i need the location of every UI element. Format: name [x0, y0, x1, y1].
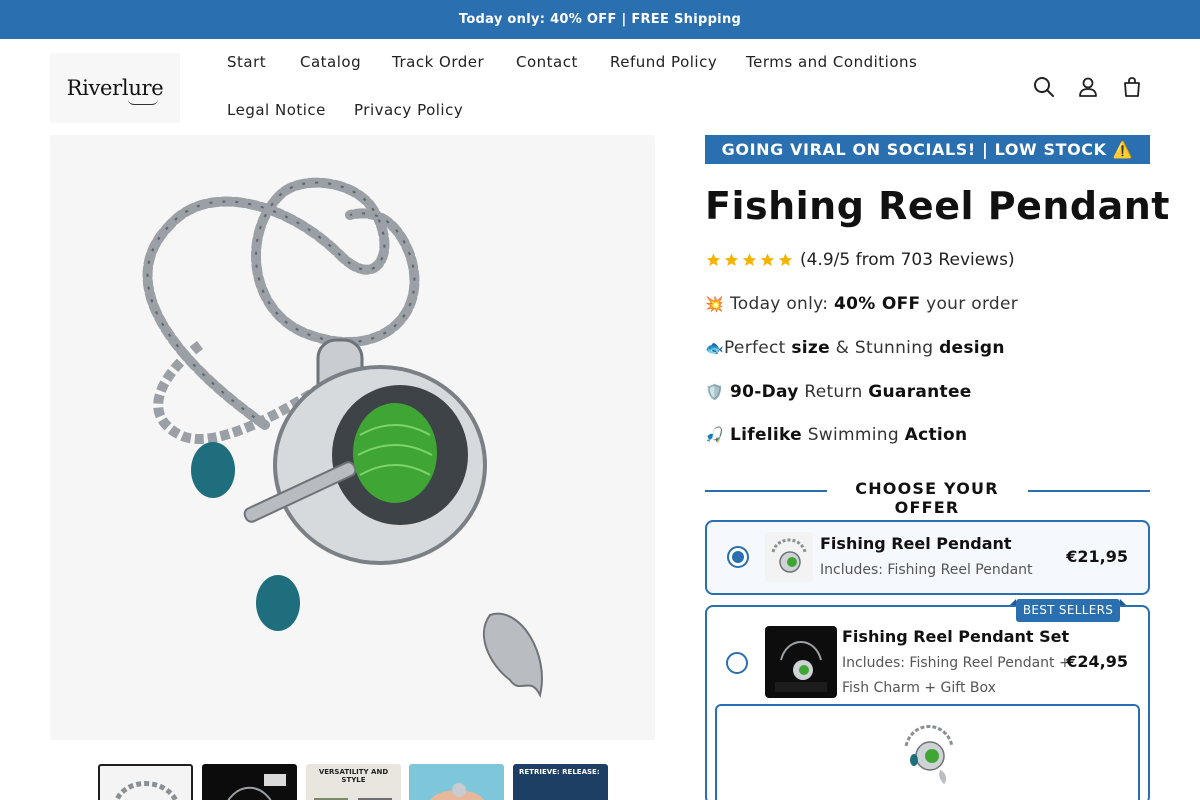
bullet-strong: 40% OFF — [834, 294, 921, 314]
offer-divider-left — [705, 490, 827, 492]
bullet-text: & Stunning — [829, 338, 940, 358]
site-header: Riverlure Start Catalog Track Order Cont… — [0, 39, 1200, 135]
offer-heading: CHOOSE YOUR OFFER — [855, 479, 999, 517]
offer-divider-right — [1028, 490, 1150, 492]
star-rating — [705, 252, 794, 268]
nav-item-privacy-policy[interactable]: Privacy Policy — [354, 101, 463, 119]
best-sellers-badge: BEST SELLERS — [1010, 599, 1126, 622]
offer-radio-single[interactable] — [727, 546, 749, 568]
bullet-strong: Guarantee — [868, 382, 972, 402]
product-title: Fishing Reel Pendant — [705, 184, 1170, 228]
bullet-strong: Lifelike — [729, 425, 803, 445]
offer-option-single[interactable]: Fishing Reel Pendant Includes: Fishing R… — [705, 520, 1150, 595]
bullet-discount: 💥 Today only: 40% OFF your order — [705, 294, 1018, 314]
bullet-text: Today only: — [729, 294, 835, 314]
offer-price-set: €24,95 — [1066, 652, 1128, 671]
thumb-retrieve-release[interactable]: RETRIEVE: RELEASE: — [513, 764, 608, 800]
cart-icon[interactable] — [1120, 75, 1144, 99]
offer-price-single: €21,95 — [1066, 547, 1128, 566]
thumb-versatility[interactable]: VERSATILITY AND STYLE — [306, 764, 401, 800]
star-icon — [742, 253, 757, 266]
thumb-hand[interactable] — [409, 764, 504, 800]
nav-item-start[interactable]: Start — [227, 53, 266, 71]
bullet-strong: Action — [904, 425, 968, 445]
offer-set-item-card[interactable] — [715, 704, 1140, 800]
bullet-strong: size — [791, 338, 830, 358]
thumb-versatility-label: VERSATILITY AND STYLE — [318, 768, 389, 784]
star-icon — [760, 253, 775, 266]
account-icon[interactable] — [1076, 75, 1100, 99]
bullet-text: Swimming — [802, 425, 905, 445]
product-main-image[interactable] — [50, 135, 655, 740]
nav-item-legal-notice[interactable]: Legal Notice — [227, 101, 326, 119]
star-icon — [724, 253, 739, 266]
thumb-pendant-chain[interactable] — [98, 764, 193, 800]
thumb-gift-box[interactable] — [202, 764, 297, 800]
offer-image-single — [765, 532, 813, 582]
nav-item-terms[interactable]: Terms and Conditions — [746, 53, 917, 71]
star-icon — [706, 253, 721, 266]
brand-logo-text: Riverlure — [66, 76, 164, 100]
offer-name-set: Fishing Reel Pendant Set — [842, 627, 1070, 646]
nav-item-track-order[interactable]: Track Order — [392, 53, 484, 71]
nav-item-catalog[interactable]: Catalog — [300, 53, 361, 71]
offer-includes-single: Includes: Fishing Reel Pendant — [820, 562, 1033, 578]
offer-includes-set: Includes: Fishing Reel Pendant + Fish Ch… — [842, 655, 1071, 696]
offer-name-single: Fishing Reel Pendant — [820, 534, 1012, 553]
fishing-reel-pendant-photo — [50, 135, 655, 740]
offer-set-item-image — [904, 725, 954, 784]
logo-swoosh — [128, 99, 158, 105]
bullet-action: 🎣 Lifelike Swimming Action — [705, 425, 967, 445]
search-icon[interactable] — [1032, 75, 1056, 99]
rating-text[interactable]: (4.9/5 from 703 Reviews) — [800, 250, 1015, 270]
bullet-guarantee: 🛡️ 90-Day Return Guarantee — [705, 382, 972, 402]
bullet-text: your order — [920, 294, 1019, 314]
nav-item-refund-policy[interactable]: Refund Policy — [610, 53, 717, 71]
brand-logo[interactable]: Riverlure — [50, 53, 180, 123]
shield-icon: 🛡️ — [705, 383, 724, 401]
viral-banner: GOING VIRAL ON SOCIALS! | LOW STOCK ⚠️ — [705, 135, 1150, 164]
thumb-retrieve-label: RETRIEVE: RELEASE: — [519, 768, 600, 776]
fishing-rod-icon: 🎣 — [705, 426, 724, 444]
collision-icon: 💥 — [705, 295, 724, 313]
nav-item-contact[interactable]: Contact — [516, 53, 578, 71]
bullet-text: Perfect — [723, 338, 792, 358]
bullet-text: Return — [798, 382, 869, 402]
announcement-bar: Today only: 40% OFF | FREE Shipping — [0, 0, 1200, 39]
bullet-strong: 90-Day — [729, 382, 799, 402]
fish-icon: 🐟 — [705, 339, 724, 357]
star-icon — [778, 253, 793, 266]
offer-radio-set[interactable] — [726, 652, 748, 674]
offer-image-set — [765, 626, 837, 698]
bullet-size-design: 🐟Perfect size & Stunning design — [705, 338, 1005, 358]
bullet-strong: design — [939, 338, 1005, 358]
